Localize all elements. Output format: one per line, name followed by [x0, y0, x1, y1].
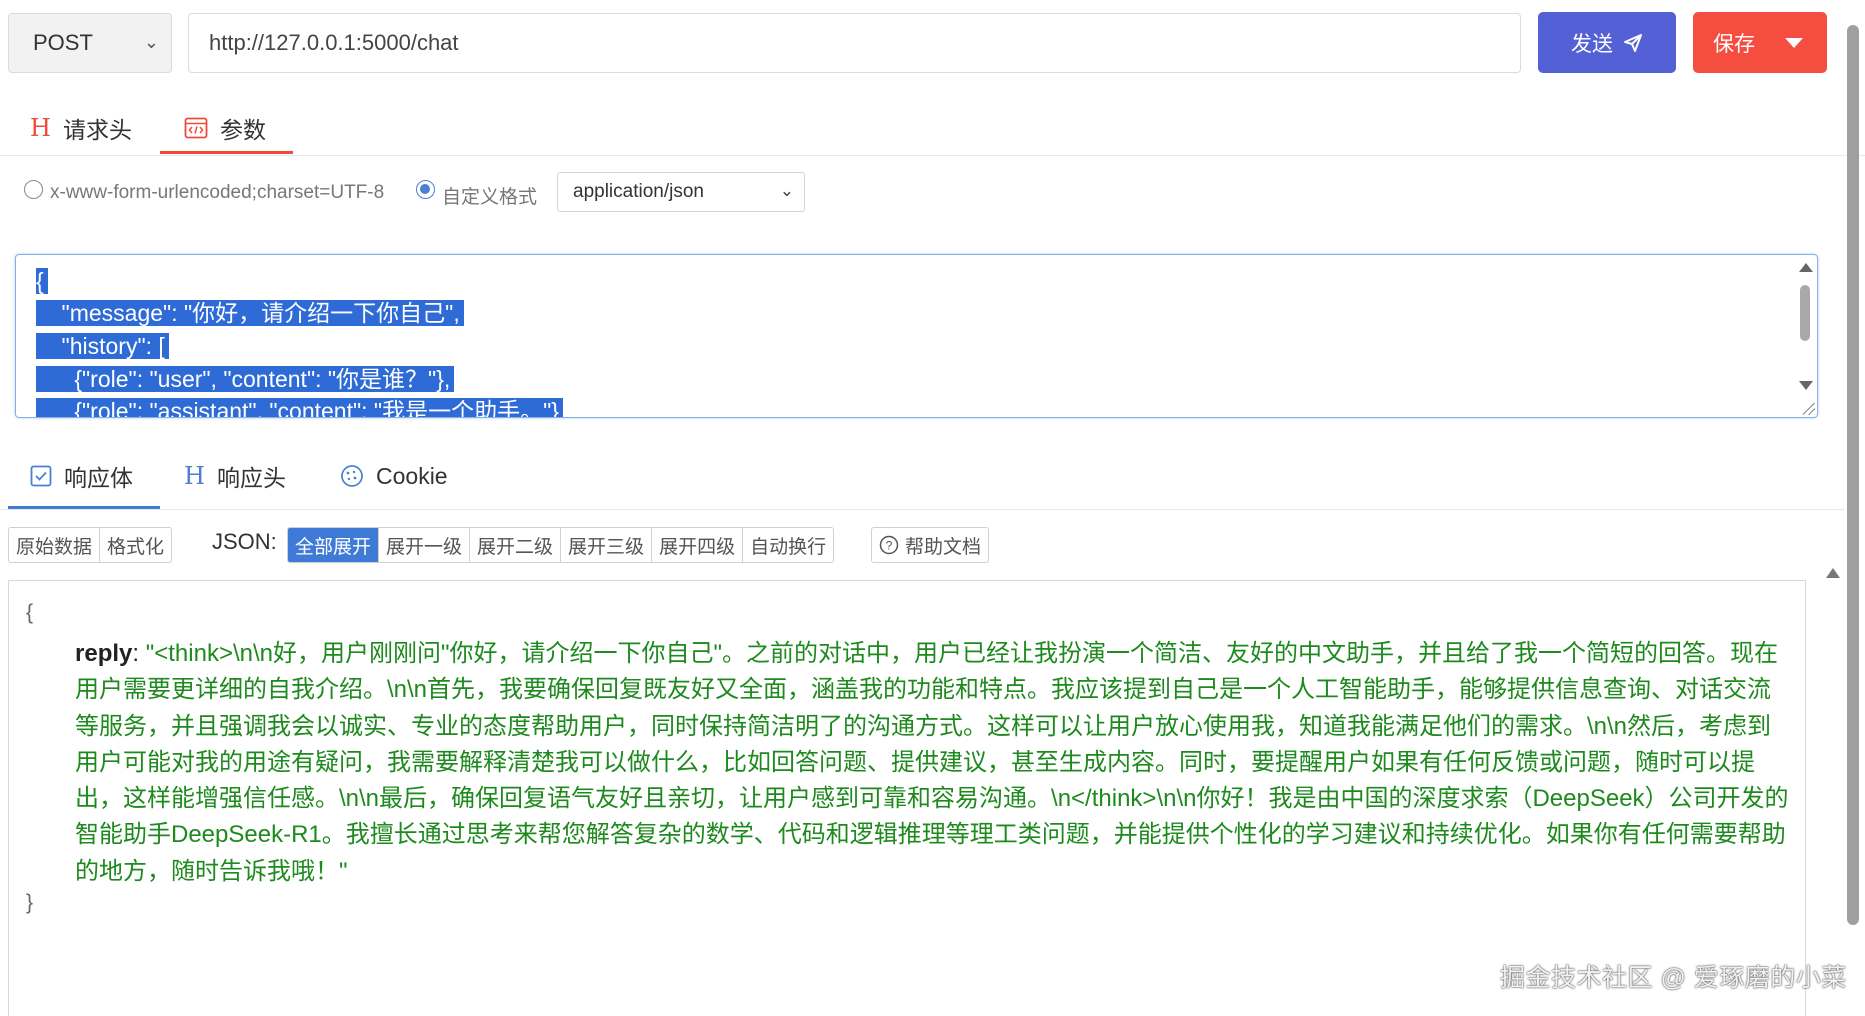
radio-urlencoded-label: x-www-form-urlencoded;charset=UTF-8 [50, 182, 385, 203]
response-tabs: 响应体 H 响应头 Cookie [0, 448, 1845, 510]
expand-level1-button[interactable]: 展开一级 [379, 528, 471, 562]
view-mode-group: 原始数据 格式化 [8, 527, 173, 563]
tab-label: 响应头 [216, 465, 286, 491]
code-text: {"role": "user", "content": "你是谁？"}, [36, 366, 455, 392]
radio-custom-format-label: 自定义格式 [442, 187, 538, 208]
tab-response-headers[interactable]: H 响应头 [184, 448, 286, 504]
tab-label: 响应体 [64, 465, 133, 491]
active-tab-indicator [160, 151, 293, 154]
request-body-editor[interactable]: { "message": "你好，请介绍一下你自己", "history": [… [15, 254, 1818, 418]
expand-level3-button[interactable]: 展开三级 [561, 528, 653, 562]
request-tabs: H 请求头 参数 [0, 100, 1865, 156]
scroll-thumb[interactable] [1800, 285, 1810, 341]
format-button[interactable]: 格式化 [100, 528, 171, 562]
editor-scrollbar[interactable] [1797, 259, 1813, 409]
send-button[interactable]: 发送 [1538, 12, 1676, 73]
json-label: JSON: [212, 529, 277, 554]
close-brace: } [26, 891, 34, 914]
tab-request-headers[interactable]: H 请求头 [30, 100, 132, 156]
checkbox-icon [30, 465, 52, 487]
radio-custom-format[interactable] [416, 180, 435, 199]
cookie-icon [341, 465, 363, 487]
json-entry: reply: "<think>\n\n好，用户刚刚问"你好，请介绍一下你自己"。… [75, 640, 1789, 885]
expand-level4-button[interactable]: 展开四级 [652, 528, 744, 562]
radio-urlencoded[interactable] [24, 180, 43, 199]
help-label: 帮助文档 [905, 536, 982, 558]
chevron-down-icon: ⌄ [143, 32, 159, 52]
watermark: 掘金技术社区 @ 爱琢磨的小菜 [1500, 964, 1847, 992]
paper-plane-icon [1624, 33, 1642, 52]
code-line: "history": [ [36, 330, 169, 362]
expand-level2-button[interactable]: 展开二级 [470, 528, 562, 562]
tab-label: Cookie [376, 462, 448, 489]
resize-handle-icon[interactable] [1803, 403, 1815, 415]
code-line: "message": "你好，请介绍一下你自己", [36, 297, 464, 329]
header-h-icon: H [184, 462, 205, 490]
json-key: reply [75, 640, 133, 667]
url-value: http://127.0.0.1:5000/chat [209, 30, 459, 55]
caret-down-icon[interactable] [1785, 38, 1803, 48]
header-h-icon: H [30, 114, 51, 142]
send-label: 发送 [1571, 32, 1613, 56]
save-label: 保存 [1713, 32, 1755, 56]
chevron-down-icon: ⌄ [779, 181, 794, 200]
scroll-down-icon[interactable] [1799, 381, 1813, 390]
method-select[interactable]: POST ⌄ [8, 13, 172, 73]
save-button[interactable]: 保存 [1693, 12, 1827, 73]
url-input[interactable]: http://127.0.0.1:5000/chat [188, 13, 1521, 73]
content-type-select[interactable]: application/json ⌄ [557, 172, 805, 212]
tab-response-body[interactable]: 响应体 [30, 448, 133, 504]
word-wrap-button[interactable]: 自动换行 [743, 528, 833, 562]
tab-label: 参数 [220, 117, 266, 143]
method-value: POST [33, 30, 93, 55]
response-viewer: { reply: "<think>\n\n好，用户刚刚问"你好，请介绍一下你自己… [8, 580, 1806, 1016]
question-circle-icon: ? [879, 535, 899, 555]
expand-all-button[interactable]: 全部展开 [288, 528, 380, 562]
code-text: { [36, 268, 48, 294]
expand-group: 全部展开 展开一级 展开二级 展开三级 展开四级 自动换行 [287, 527, 835, 563]
tab-cookie[interactable]: Cookie [340, 448, 448, 504]
active-tab-indicator [8, 506, 160, 509]
code-text: {"role": "assistant", "content": "我是一个助手… [36, 398, 563, 417]
tab-params[interactable]: 参数 [184, 100, 266, 156]
code-text: "history": [ [36, 333, 169, 359]
scroll-up-icon[interactable] [1799, 263, 1813, 272]
code-line: { [36, 265, 48, 297]
code-text: "message": "你好，请介绍一下你自己", [36, 300, 464, 326]
svg-text:?: ? [886, 539, 893, 553]
tab-label: 请求头 [62, 117, 132, 143]
raw-data-button[interactable]: 原始数据 [9, 528, 101, 562]
page-scrollbar[interactable] [1844, 25, 1863, 925]
help-group: ? 帮助文档 [871, 527, 990, 563]
code-window-icon [184, 117, 208, 139]
json-value: "<think>\n\n好，用户刚刚问"你好，请介绍一下你自己"。之前的对话中，… [75, 640, 1789, 885]
scroll-up-icon[interactable] [1826, 568, 1840, 578]
scroll-thumb[interactable] [1847, 25, 1859, 925]
help-docs-button[interactable]: ? 帮助文档 [872, 528, 988, 562]
open-brace: { [26, 601, 34, 624]
content-type-value: application/json [573, 181, 704, 202]
code-line: {"role": "user", "content": "你是谁？"}, [36, 363, 455, 395]
code-line: {"role": "assistant", "content": "我是一个助手… [36, 395, 563, 417]
